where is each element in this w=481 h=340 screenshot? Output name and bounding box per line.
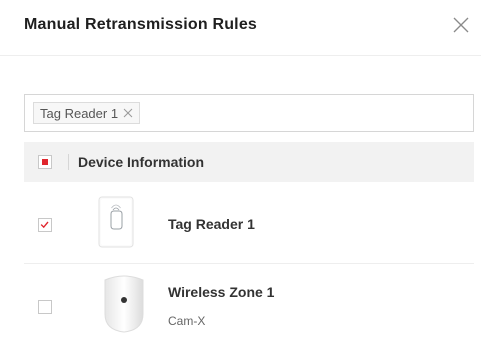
dialog-title: Manual Retransmission Rules — [24, 16, 258, 33]
row-checkbox[interactable] — [38, 300, 52, 314]
selected-tag-label: Tag Reader 1 — [40, 105, 119, 121]
selected-tag: Tag Reader 1 — [33, 102, 141, 124]
manual-retransmission-dialog: Manual Retransmission Rules Tag Reader 1… — [0, 0, 481, 340]
checkmark-icon — [40, 221, 49, 229]
device-name: Wireless Zone 1 — [168, 284, 275, 300]
selected-devices-field[interactable]: Tag Reader 1 — [24, 94, 474, 132]
close-icon[interactable] — [452, 16, 470, 34]
device-name: Tag Reader 1 — [168, 216, 255, 232]
close-icon[interactable] — [123, 108, 133, 118]
dialog-header: Manual Retransmission Rules — [0, 0, 481, 56]
column-header-device-information: Device Information — [78, 154, 205, 170]
row-checkbox[interactable] — [38, 218, 52, 232]
header-divider — [68, 154, 69, 170]
table-row[interactable]: Wireless Zone 1 Cam-X — [24, 264, 474, 340]
device-model: Cam-X — [168, 314, 206, 328]
select-all-checkbox[interactable] — [38, 155, 52, 169]
tag-reader-icon — [98, 196, 134, 248]
table-header: Device Information — [24, 142, 474, 182]
table-row[interactable]: Tag Reader 1 — [24, 184, 474, 264]
pir-camera-detector-icon — [104, 275, 144, 333]
